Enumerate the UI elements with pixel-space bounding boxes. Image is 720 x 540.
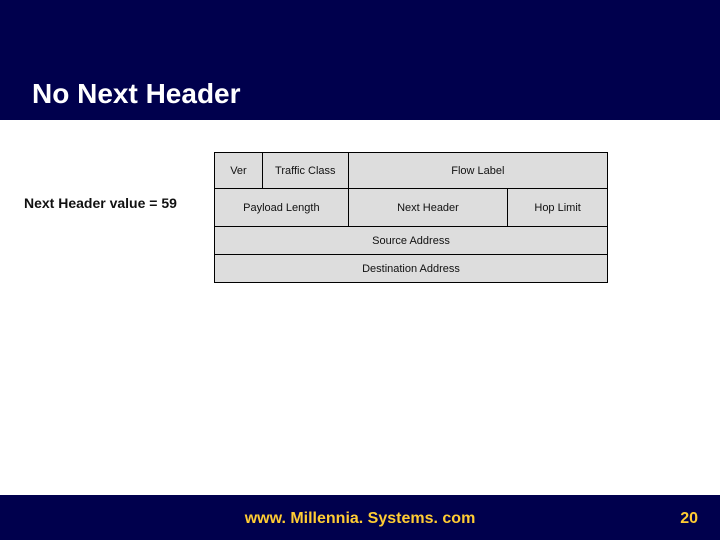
field-ver: Ver: [215, 153, 263, 189]
slide-title: No Next Header: [32, 78, 241, 110]
ipv6-header-table: Ver Traffic Class Flow Label Payload Len…: [214, 152, 608, 283]
next-header-note: Next Header value = 59: [24, 195, 177, 211]
field-traffic-class: Traffic Class: [262, 153, 348, 189]
field-next-header: Next Header: [348, 189, 508, 227]
field-destination-address: Destination Address: [215, 255, 608, 283]
footer-url: www. Millennia. Systems. com: [0, 510, 720, 528]
field-flow-label: Flow Label: [348, 153, 607, 189]
field-source-address: Source Address: [215, 227, 608, 255]
page-number: 20: [680, 510, 698, 528]
field-payload-length: Payload Length: [215, 189, 349, 227]
slide: No Next Header Next Header value = 59 Ve…: [0, 0, 720, 540]
field-hop-limit: Hop Limit: [508, 189, 608, 227]
